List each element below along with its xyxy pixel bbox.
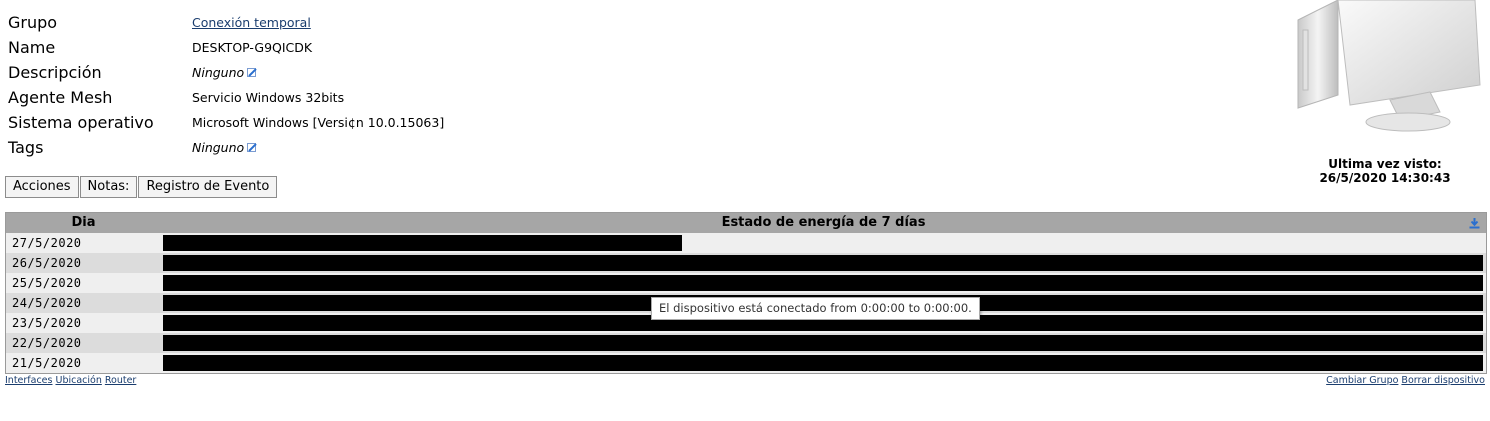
table-row: 21/5/2020 bbox=[6, 353, 1486, 373]
edit-description-icon[interactable] bbox=[247, 67, 257, 78]
info-row-mesh-agent: Agente Mesh Servicio Windows 32bits bbox=[8, 85, 444, 110]
power-header: Dia Estado de energía de 7 días bbox=[6, 213, 1486, 233]
tags-text: Ninguno bbox=[192, 140, 245, 155]
day-date: 21/5/2020 bbox=[12, 356, 82, 370]
power-tooltip: El dispositivo está conectado from 0:00:… bbox=[651, 297, 980, 320]
download-icon[interactable] bbox=[1469, 218, 1480, 229]
actions-button[interactable]: Acciones bbox=[5, 176, 79, 198]
power-track bbox=[163, 255, 1483, 271]
table-row: 25/5/2020 bbox=[6, 273, 1486, 293]
edit-tags-icon[interactable] bbox=[247, 142, 257, 153]
os-value: Microsoft Windows [Versi¢n 10.0.15063] bbox=[192, 115, 445, 130]
change-group-link[interactable]: Cambiar Grupo bbox=[1326, 375, 1398, 386]
tags-label: Tags bbox=[8, 138, 44, 157]
bottom-links-right: Cambiar Grupo Borrar dispositivo bbox=[1323, 375, 1485, 386]
bottom-links-left: Interfaces Ubicación Router bbox=[5, 375, 139, 386]
table-row: 22/5/2020 bbox=[6, 333, 1486, 353]
mesh-agent-value: Servicio Windows 32bits bbox=[192, 90, 345, 105]
power-track bbox=[163, 235, 1483, 251]
day-date: 24/5/2020 bbox=[12, 296, 82, 310]
group-link[interactable]: Conexión temporal bbox=[192, 15, 311, 30]
last-seen: Ultima vez visto: 26/5/2020 14:30:43 bbox=[1300, 157, 1470, 185]
interfaces-link[interactable]: Interfaces bbox=[5, 375, 52, 386]
info-row-description: Descripción Ninguno bbox=[8, 60, 444, 85]
description-label: Descripción bbox=[8, 63, 102, 82]
delete-device-link[interactable]: Borrar dispositivo bbox=[1401, 375, 1485, 386]
power-track bbox=[163, 275, 1483, 291]
description-text: Ninguno bbox=[192, 65, 245, 80]
power-state-table: Dia Estado de energía de 7 días 27/5/202… bbox=[5, 212, 1487, 374]
os-label: Sistema operativo bbox=[8, 113, 154, 132]
power-track bbox=[163, 335, 1483, 351]
power-bar[interactable] bbox=[163, 335, 1483, 351]
day-date: 23/5/2020 bbox=[12, 316, 82, 330]
group-label: Grupo bbox=[8, 13, 58, 32]
power-bar[interactable] bbox=[163, 255, 1483, 271]
router-link[interactable]: Router bbox=[105, 375, 136, 386]
day-date: 25/5/2020 bbox=[12, 276, 82, 290]
power-bar[interactable] bbox=[163, 355, 1483, 371]
day-date: 26/5/2020 bbox=[12, 256, 82, 270]
table-row: 27/5/2020 bbox=[6, 233, 1486, 253]
power-track bbox=[163, 355, 1483, 371]
notes-button[interactable]: Notas: bbox=[79, 176, 138, 198]
info-row-group: Grupo Conexión temporal bbox=[8, 10, 444, 35]
device-tabs: Acciones Notas: Registro de Evento bbox=[5, 176, 278, 198]
description-value: Ninguno bbox=[192, 65, 257, 80]
info-row-os: Sistema operativo Microsoft Windows [Ver… bbox=[8, 110, 444, 135]
day-column-header: Dia bbox=[71, 215, 96, 230]
name-label: Name bbox=[8, 38, 56, 57]
tags-value: Ninguno bbox=[192, 140, 257, 155]
day-date: 22/5/2020 bbox=[12, 336, 82, 350]
last-seen-value: 26/5/2020 14:30:43 bbox=[1319, 171, 1451, 185]
location-link[interactable]: Ubicación bbox=[55, 375, 101, 386]
info-row-name: Name DESKTOP-G9QICDK bbox=[8, 35, 444, 60]
info-row-tags: Tags Ninguno bbox=[8, 135, 444, 160]
day-date: 27/5/2020 bbox=[12, 236, 82, 250]
mesh-agent-label: Agente Mesh bbox=[8, 88, 113, 107]
table-row: 26/5/2020 bbox=[6, 253, 1486, 273]
name-value: DESKTOP-G9QICDK bbox=[192, 40, 313, 55]
device-info: Grupo Conexión temporal Name DESKTOP-G9Q… bbox=[8, 10, 444, 160]
computer-monitor-icon bbox=[1297, 0, 1481, 132]
event-log-button[interactable]: Registro de Evento bbox=[138, 176, 278, 198]
power-bar[interactable] bbox=[163, 275, 1483, 291]
power-bar[interactable] bbox=[163, 235, 682, 251]
power-title: Estado de energía de 7 días bbox=[721, 215, 926, 230]
last-seen-label: Ultima vez visto: bbox=[1328, 157, 1442, 171]
